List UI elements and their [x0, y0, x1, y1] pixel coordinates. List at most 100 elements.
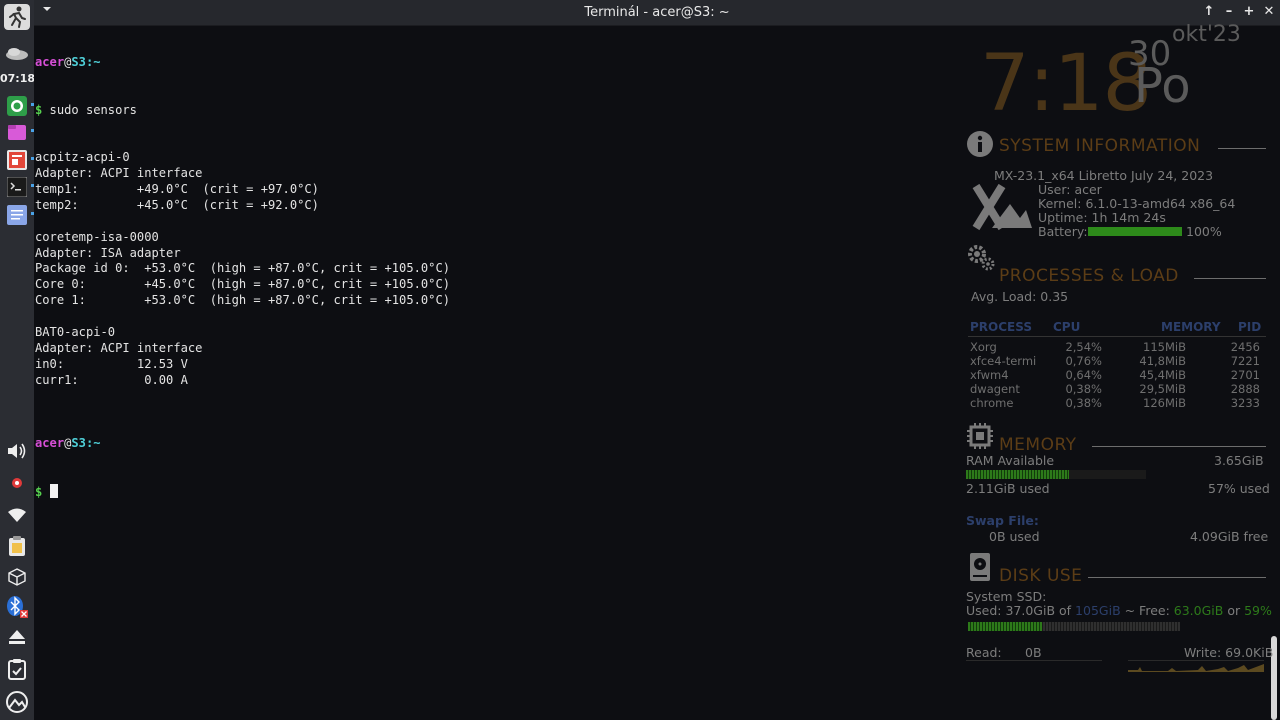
keep-above-button[interactable]: ↑ [1200, 3, 1218, 21]
col-cpu: CPU [1053, 320, 1081, 334]
chrome-launcher-icon[interactable] [4, 93, 30, 119]
output-line: Adapter: ACPI interface [35, 166, 203, 181]
terminal-launcher-icon[interactable] [4, 174, 30, 200]
output-line: temp1: +49.0°C (crit = +97.0°C) [35, 182, 319, 196]
ram-bar [966, 470, 1146, 479]
ram-bar-fill [966, 470, 1069, 479]
command-output: acpitz-acpi-0 Adapter: ACPI interface temp… [35, 150, 935, 404]
process-memory: 29,5MiB [1139, 382, 1186, 396]
command-text: sudo sensors [42, 102, 137, 117]
conky-dayname: Po [1134, 58, 1191, 114]
memory-heading: MEMORY [999, 435, 1077, 455]
col-memory: MEMORY [1161, 320, 1221, 334]
process-memory: 41,8MiB [1139, 354, 1186, 368]
swap-used: 0B used [989, 529, 1040, 544]
disk-total: 105GiB [1075, 603, 1121, 618]
uptime-text: Uptime: 1h 14m 24s [1038, 210, 1166, 225]
output-line: Adapter: ACPI interface [35, 340, 203, 355]
divider [1092, 446, 1266, 447]
output-line: coretemp-isa-0000 [35, 229, 159, 244]
output-line: BAT0-acpi-0 [35, 325, 116, 340]
prompt-path: :~ [85, 436, 101, 451]
user-text: User: acer [1038, 182, 1102, 197]
mx-logo-icon[interactable] [4, 689, 30, 715]
side-panel: 07:18 [0, 0, 35, 720]
ram-used-percent: 57% used [1208, 481, 1270, 496]
disk-label: System SSD: [966, 589, 1047, 604]
disk-heading: DISK USE [999, 566, 1083, 586]
ram-used: 2.11GiB used [966, 481, 1050, 496]
files-launcher-icon[interactable] [4, 119, 30, 145]
prompt-line: acer@S3:~ [35, 55, 935, 71]
text-cursor [49, 483, 58, 498]
battery-bar-fill [1088, 227, 1182, 236]
minimize-button[interactable]: – [1220, 3, 1238, 21]
clipboard-icon[interactable] [4, 533, 30, 559]
presentation-launcher-icon[interactable] [4, 147, 30, 173]
processes-heading: PROCESSES & LOAD [999, 266, 1179, 286]
process-memory: 45,4MiB [1139, 368, 1186, 382]
terminal-output[interactable]: acer@S3:~ $ sudo sensors acpitz-acpi-0 Ad… [35, 23, 935, 532]
mx-logo-icon [970, 183, 1032, 236]
prompt-line: acer@S3:~ [35, 436, 935, 452]
read-graph [966, 660, 1102, 671]
col-pid: PID [1238, 320, 1262, 334]
output-line: acpitz-acpi-0 [35, 150, 130, 165]
maximize-button[interactable]: + [1240, 3, 1258, 21]
distro-text: MX-23.1_x64 Libretto July 24, 2023 [994, 168, 1214, 183]
divider [1194, 278, 1266, 279]
disk-or: or [1223, 603, 1245, 618]
conky-time: 7:18 [980, 39, 1152, 129]
package-icon[interactable] [4, 564, 30, 590]
output-line: Adapter: ISA adapter [35, 245, 181, 260]
output-line: curr1: 0.00 A [35, 372, 188, 387]
process-memory: 115MiB [1143, 340, 1186, 354]
text-editor-launcher-icon[interactable] [4, 202, 30, 228]
cloud-icon[interactable] [4, 40, 30, 66]
info-icon [966, 130, 994, 162]
battery-percent: 100% [1186, 224, 1222, 239]
divider [1218, 148, 1266, 149]
clipboard-manager-icon[interactable] [4, 656, 30, 682]
process-pid: 2456 [1230, 340, 1260, 354]
process-pid: 2888 [1230, 382, 1260, 396]
swap-free: 4.09GiB free [1190, 529, 1269, 544]
memory-chip-icon [966, 422, 994, 454]
process-pid: 3233 [1230, 396, 1260, 410]
volume-icon[interactable] [4, 438, 30, 464]
bluetooth-icon[interactable] [4, 594, 30, 620]
process-pid: 7221 [1230, 354, 1260, 368]
disk-bar-fill [968, 622, 1043, 631]
divider [1088, 577, 1266, 578]
hard-disk-icon [969, 552, 991, 586]
disk-free: 63.0GiB [1173, 603, 1224, 618]
write-graph [1128, 660, 1264, 672]
command-line: $ sudo sensors [35, 103, 935, 119]
read-value: 0B [1025, 645, 1042, 660]
kernel-text: Kernel: 6.1.0-13-amd64 x86_64 [1038, 196, 1236, 211]
disk-free-label: ~ Free: [1120, 603, 1174, 618]
disk-bar [968, 622, 1180, 631]
power-manager-icon[interactable] [4, 470, 30, 496]
divider [968, 336, 1266, 337]
panel-clock[interactable]: 07:18 [0, 72, 35, 85]
wifi-icon[interactable] [4, 502, 30, 528]
prompt-symbol: $ [35, 484, 43, 499]
disk-free-percent: 59% [1244, 603, 1272, 618]
output-line: in0: 12.53 V [35, 356, 188, 371]
output-line: temp2: +45.0°C (crit = +92.0°C) [35, 197, 319, 212]
input-line[interactable]: $ [35, 483, 935, 500]
disk-usage-line: Used: 37.0GiB of 105GiB ~ Free: 63.0GiB … [966, 603, 1272, 618]
ram-label: RAM Available [966, 453, 1055, 468]
close-button[interactable]: ✕ [1260, 3, 1278, 21]
write-value: Write: 69.0KiB [1184, 645, 1274, 660]
ram-value: 3.65GiB [1214, 453, 1264, 468]
prompt-user: acer [35, 436, 65, 451]
eject-icon[interactable] [4, 624, 30, 650]
whisker-menu-icon[interactable] [4, 4, 30, 30]
read-label: Read: [966, 645, 1002, 660]
battery-bar [1088, 227, 1182, 236]
